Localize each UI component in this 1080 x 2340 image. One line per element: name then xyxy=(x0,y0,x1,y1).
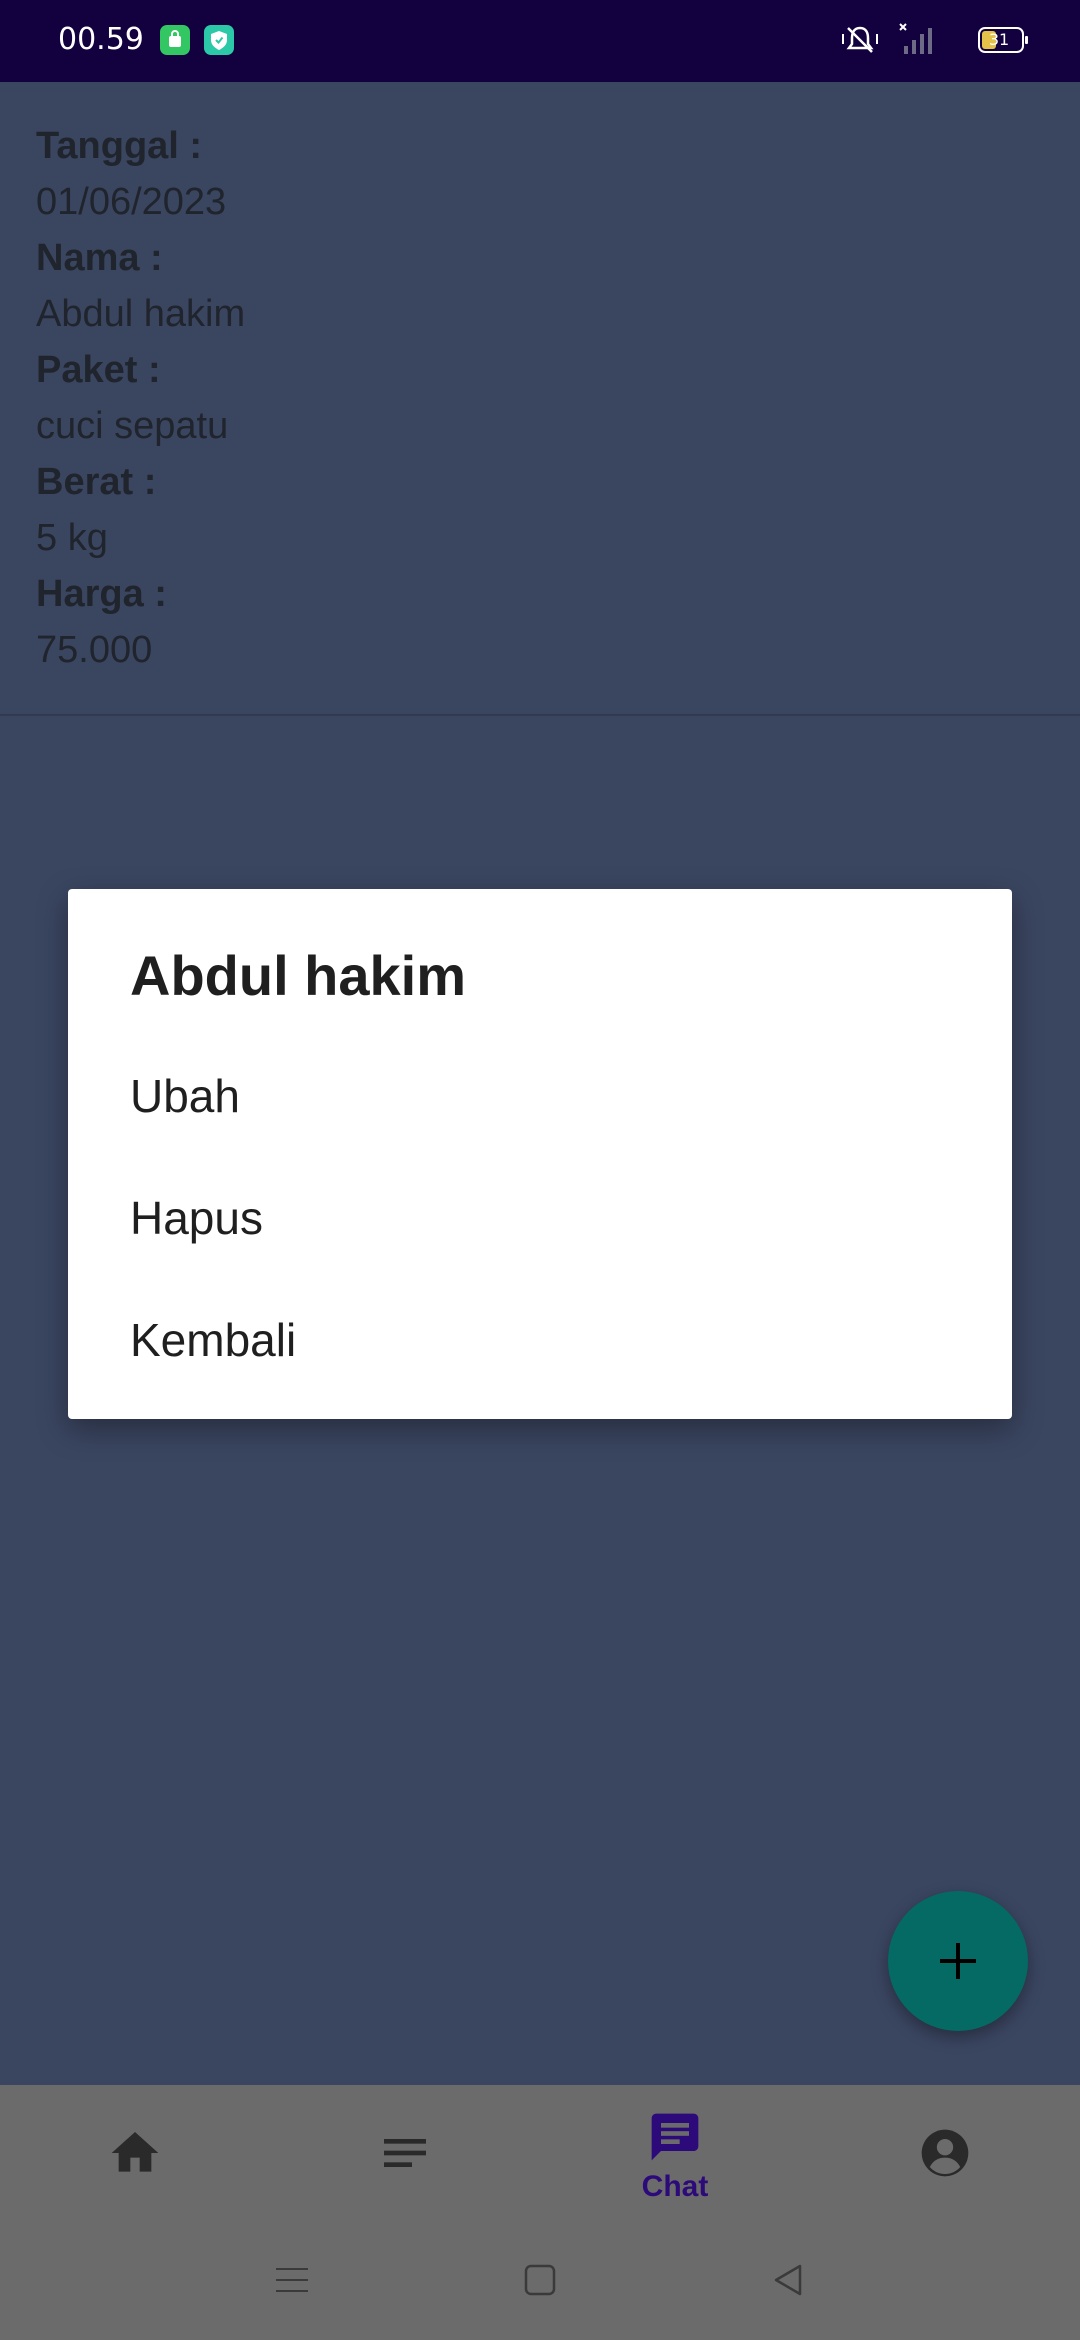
battery-level: 31 xyxy=(988,30,1010,49)
nama-value: Abdul hakim xyxy=(36,293,246,335)
shield-app-icon xyxy=(204,25,234,55)
recent-apps-icon[interactable] xyxy=(272,2260,312,2300)
vibrate-mute-icon xyxy=(842,26,878,53)
home-icon xyxy=(111,2132,159,2172)
nama-label: Nama : xyxy=(36,237,163,279)
app-screen: 00.59 31 Tanggal: 01/06/2023 Nama: Abd… xyxy=(0,0,1080,2340)
berat-label: Berat : xyxy=(36,461,157,503)
chat-icon xyxy=(651,2113,699,2161)
account-icon xyxy=(921,2129,969,2177)
status-bar: 00.59 31 xyxy=(0,0,1080,82)
nav-list[interactable] xyxy=(270,2085,540,2220)
signal-icon xyxy=(899,23,932,54)
nav-profile[interactable] xyxy=(810,2085,1080,2220)
options-dialog: Abdul hakim Ubah Hapus Kembali xyxy=(68,889,1012,1419)
status-indicators: 31 xyxy=(810,22,1030,58)
delete-option[interactable]: Hapus xyxy=(68,1163,1012,1273)
system-navigation-bar xyxy=(0,2220,1080,2340)
tanggal-value: 01/06/2023 xyxy=(36,181,227,223)
edit-option-label: Ubah xyxy=(130,1070,240,1122)
back-option[interactable]: Kembali xyxy=(68,1285,1012,1395)
berat-value: 5 kg xyxy=(36,517,108,559)
order-detail-card[interactable]: Tanggal : 01/06/2023 Nama : Abdul hakim … xyxy=(0,82,1080,716)
shop-app-icon xyxy=(160,25,190,55)
nav-chat[interactable]: Chat xyxy=(540,2085,810,2220)
tanggal-label: Tanggal : xyxy=(36,125,203,167)
back-option-label: Kembali xyxy=(130,1314,297,1366)
status-time: 00.59 xyxy=(58,22,144,57)
system-home-icon[interactable] xyxy=(520,2260,560,2300)
paket-value: cuci sepatu xyxy=(36,405,229,447)
edit-option[interactable]: Ubah xyxy=(68,1041,1012,1151)
list-icon xyxy=(384,2139,426,2167)
nav-home[interactable] xyxy=(0,2085,270,2220)
harga-value: 75.000 xyxy=(36,629,153,671)
delete-option-label: Hapus xyxy=(130,1192,263,1244)
harga-label: Harga : xyxy=(36,573,167,615)
nav-chat-label: Chat xyxy=(641,2170,709,2203)
dialog-title: Abdul hakim xyxy=(130,944,467,1007)
paket-label: Paket : xyxy=(36,349,161,391)
system-back-icon[interactable] xyxy=(768,2260,808,2300)
add-button[interactable] xyxy=(888,1891,1028,2031)
plus-icon xyxy=(940,1943,976,1979)
bottom-navigation: Chat xyxy=(0,2085,1080,2220)
